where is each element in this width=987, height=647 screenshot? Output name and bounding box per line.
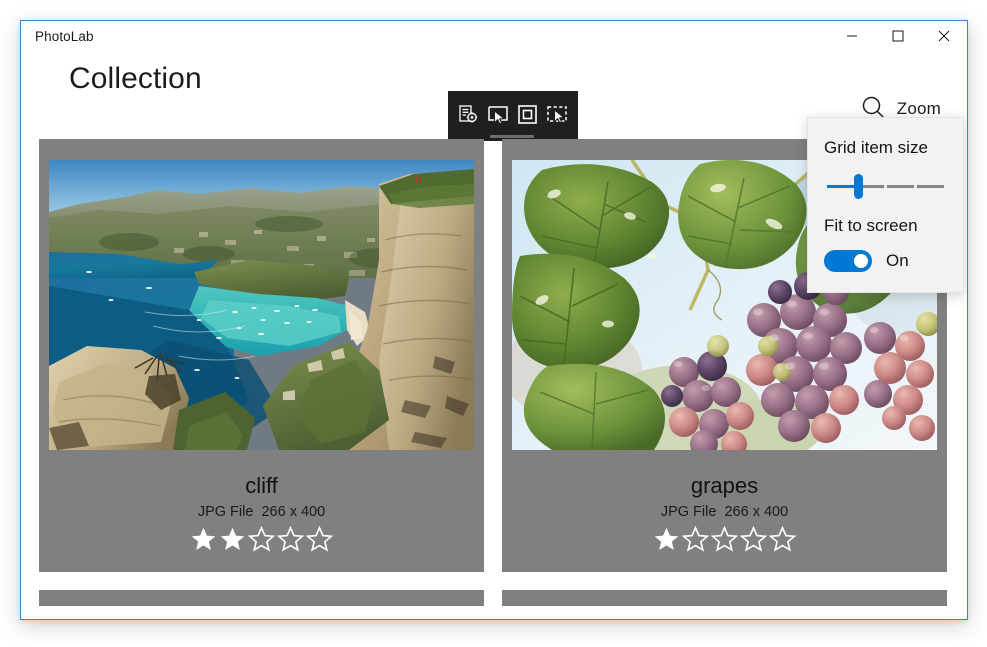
star-filled-icon[interactable] [652,525,681,558]
fit-to-screen-row: On [824,250,947,272]
close-icon [938,30,950,45]
slider-thumb[interactable] [854,174,863,199]
slider-tick [884,185,887,188]
star-empty-icon[interactable] [710,525,739,558]
fit-to-screen-toggle[interactable] [824,250,872,272]
photo-card-partial[interactable] [39,590,484,606]
photo-file-type: JPG File [660,504,717,520]
photo-thumbnail[interactable] [49,160,474,450]
app-window: PhotoLab Collection Zoom cliff JPG File … [20,20,968,620]
photo-card-meta: cliff JPG File 266 x 400 [39,450,484,572]
star-empty-icon[interactable] [276,525,305,558]
star-empty-icon[interactable] [768,525,797,558]
star-empty-icon[interactable] [681,525,710,558]
header-row: Collection Zoom [21,53,967,141]
photo-card-subtitle: JPG File 266 x 400 [39,500,484,524]
slider-tick [914,185,917,188]
star-filled-icon[interactable] [218,525,247,558]
maximize-button[interactable] [875,21,921,53]
desktop-backdrop: PhotoLab Collection Zoom cliff JPG File … [0,0,987,647]
slider-tick [944,185,947,188]
flyout-spacer [824,204,947,214]
photo-dimensions: 266 x 400 [261,504,326,520]
photo-card-meta: grapes JPG File 266 x 400 [502,450,947,572]
minimize-icon [846,30,858,45]
zoom-button-label: Zoom [896,99,941,118]
star-empty-icon[interactable] [305,525,334,558]
coastal-cliff-bay-photo [49,160,474,450]
maximize-icon [892,30,904,45]
photo-file-type: JPG File [197,504,254,520]
page-title: Collection [69,62,202,95]
photo-card-title: cliff [245,473,278,498]
photo-rating[interactable] [502,525,947,558]
photo-rating[interactable] [39,525,484,558]
star-empty-icon[interactable] [739,525,768,558]
photo-card[interactable]: cliff JPG File 266 x 400 [39,139,484,572]
photo-card-partial[interactable] [502,590,947,606]
grid-item-size-label: Grid item size [824,138,928,157]
photo-dimensions: 266 x 400 [724,504,789,520]
caption-button-group [829,21,967,53]
photo-card-title: grapes [690,473,759,498]
close-button[interactable] [921,21,967,53]
photo-card-subtitle: JPG File 266 x 400 [502,500,947,524]
zoom-flyout-panel: Grid item size Fit to screen On [807,117,964,293]
fit-to-screen-state-label: On [886,251,909,270]
star-empty-icon[interactable] [247,525,276,558]
title-bar[interactable]: PhotoLab [21,21,967,53]
minimize-button[interactable] [829,21,875,53]
slider-tick [824,185,827,188]
star-filled-icon[interactable] [189,525,218,558]
app-title: PhotoLab [35,29,94,44]
grid-item-size-slider[interactable] [824,168,947,204]
toggle-knob [854,254,868,268]
fit-to-screen-label: Fit to screen [824,216,918,235]
slider-tick-marks [824,185,947,188]
